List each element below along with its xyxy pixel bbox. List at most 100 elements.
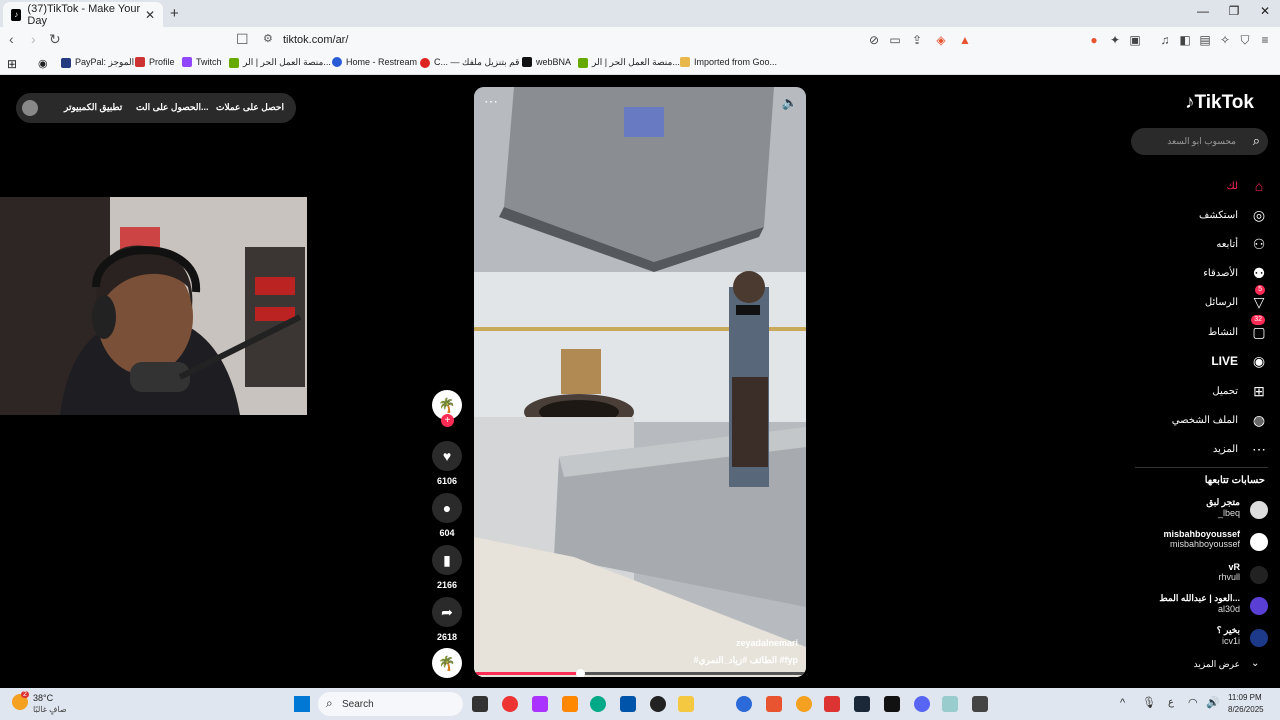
leo-ai-icon[interactable]: ✧ [1218,33,1232,47]
close-tab-icon[interactable]: ✕ [145,8,155,22]
avatar[interactable] [22,100,38,116]
following-account[interactable]: vR rhvull [1140,562,1270,584]
app3-icon[interactable] [972,696,988,712]
language-indicator[interactable]: ع [1168,697,1174,708]
tray-chevron-icon[interactable]: ^ [1120,697,1125,709]
taskbar-search[interactable]: ⌕ Search [318,692,463,716]
get-app-button[interactable]: الحصول على الت... [136,102,209,113]
nav-item-follow[interactable]: أتابعه ⚇ [1140,234,1268,254]
copilot-icon[interactable] [532,696,548,712]
app-icon[interactable] [562,696,578,712]
store-icon[interactable] [620,696,636,712]
search-icon[interactable]: ⌕ [1253,133,1260,149]
start-windows-icon[interactable] [294,696,310,712]
video-caption[interactable]: #الطائف #زياد_النمري #fyp [693,655,798,666]
discord-yellow-icon[interactable] [796,696,812,712]
nav-item-upload[interactable]: تحميل ⊞ [1140,381,1268,401]
reload-button[interactable]: ↻ [49,31,61,48]
following-account[interactable]: العود | عبدالله المط... al30d [1140,593,1270,615]
speaker-icon[interactable]: 🔊 [1206,696,1220,709]
chrome-icon[interactable] [502,696,518,712]
share-icon[interactable]: ⇪ [910,33,924,47]
nav-item-home[interactable]: لك ⌂ [1140,176,1268,196]
nav-item-profile[interactable]: الملف الشخصي ◍ [1140,410,1268,430]
obs-icon[interactable] [650,696,666,712]
desktop-app-button[interactable]: تطبيق الكمبيوتر [64,102,122,113]
volume-icon[interactable]: 🔈 [782,95,798,111]
following-account[interactable]: بخير ؟ icv1i [1140,625,1270,647]
reader-icon[interactable]: ▣ [1128,33,1142,47]
video-username[interactable]: zeyadalnemari [736,638,798,648]
like-button[interactable]: ♥ [432,441,462,471]
discord-icon[interactable] [914,696,930,712]
globe-icon[interactable]: ◉ [38,57,48,70]
minimize-button[interactable]: — [1188,4,1218,18]
wifi-icon[interactable]: ◠ [1188,696,1198,709]
back-button[interactable]: ‹ [9,31,14,47]
bookmark-folder[interactable]: Imported from Goo... [680,57,777,67]
progress-track[interactable] [474,669,806,677]
steam-icon[interactable] [854,696,870,712]
comment-button[interactable]: ● [432,493,462,523]
nav-item-more[interactable]: المزيد ⋯ [1140,439,1268,459]
more-options-icon[interactable]: ⋯ [484,93,498,110]
bookmark-item[interactable]: Profile [135,57,175,67]
brave-shield-icon[interactable]: ◈ [934,33,948,47]
tiktok-logo[interactable]: ♪TikTok [1185,92,1254,114]
recorder-icon[interactable] [824,696,840,712]
music-disc[interactable]: 🌴 [432,648,462,678]
bookmark-item[interactable]: منصة العمل الحر | الر... [578,57,680,68]
site-settings-icon[interactable]: ⚙ [263,32,273,45]
new-tab-button[interactable]: + [170,5,179,22]
share-button[interactable]: ➦ [432,597,462,627]
follow-plus-icon[interactable]: + [441,414,454,427]
no-tracking-icon[interactable]: ⊘ [867,33,881,47]
bookmark-item[interactable]: Twitch [182,57,222,67]
brave-rewards-icon[interactable]: ▲ [958,33,972,47]
browser-tab[interactable]: ♪ (37)TikTok - Make Your Day ✕ [3,2,163,27]
media-icon[interactable]: ♫ [1158,33,1172,47]
search-input[interactable]: محسوب ابو السعد ⌕ [1131,128,1268,155]
maximize-button[interactable]: ❐ [1219,4,1249,18]
nav-item-label: LIVE [1211,354,1238,368]
url-field[interactable]: ⚙ tiktok.com/ar/ [258,30,998,50]
bookmark-item[interactable]: PayPal: الموجز [61,57,134,68]
clock-time[interactable]: 11:09 PM [1228,693,1262,702]
app2-icon[interactable] [942,696,958,712]
get-coins-button[interactable]: احصل على عملات [216,102,284,113]
sidebar-icon[interactable]: ◧ [1178,33,1192,47]
bookmark-item[interactable]: webBNA [522,57,571,67]
brave-icon[interactable] [766,696,782,712]
bookmark-item[interactable]: منصة العمل الحر | الر... [229,57,331,68]
mic-icon[interactable]: 🎙 [1142,696,1156,709]
extension-fox-icon[interactable]: ● [1087,33,1101,47]
bookmark-item[interactable]: Home - Restream [332,57,417,67]
forward-button[interactable]: › [31,31,36,47]
cast-icon[interactable]: ▭ [888,33,902,47]
extensions-icon[interactable]: ✦ [1108,33,1122,47]
wallet-icon[interactable]: ▤ [1198,33,1212,47]
following-account[interactable]: misbahboyoussef misbahboyoussef [1140,529,1270,551]
file-explorer-icon[interactable] [678,696,694,712]
apps-icon[interactable]: ⊞ [7,57,17,71]
close-window-button[interactable]: ✕ [1250,4,1280,18]
show-more-link[interactable]: عرض المزيد [1140,659,1240,670]
nav-item-send[interactable]: الرسائل ▽ 5 [1140,285,1268,312]
nav-item-friends[interactable]: الأصدقاء ⚉ [1140,263,1268,283]
bookmark-item[interactable]: C... — قم بتنزيل ملفك [420,57,519,68]
nav-item-compass[interactable]: استكشف ◎ [1140,205,1268,225]
nav-item-live[interactable]: LIVE ◉ [1140,351,1268,371]
bluetooth-app-icon[interactable] [736,696,752,712]
clock-date[interactable]: 8/26/2025 [1228,705,1264,714]
following-account[interactable]: متجر لبق _lbeq [1140,497,1270,519]
video-player[interactable]: ⋯ 🔈 zeyadalnemari #الطائف #زياد_النمري #… [474,87,806,677]
bookmark-icon[interactable]: ☐ [236,31,249,48]
nav-item-message[interactable]: النشاط ▢ 32 [1140,315,1268,342]
task-view-icon[interactable] [472,696,488,712]
edge-icon[interactable] [590,696,606,712]
menu-icon[interactable]: ≡ [1258,33,1272,47]
save-button[interactable]: ▮ [432,545,462,575]
capcut-icon[interactable] [884,696,900,712]
progress-knob[interactable] [576,669,586,677]
vpn-icon[interactable]: ⛉ [1238,33,1252,47]
